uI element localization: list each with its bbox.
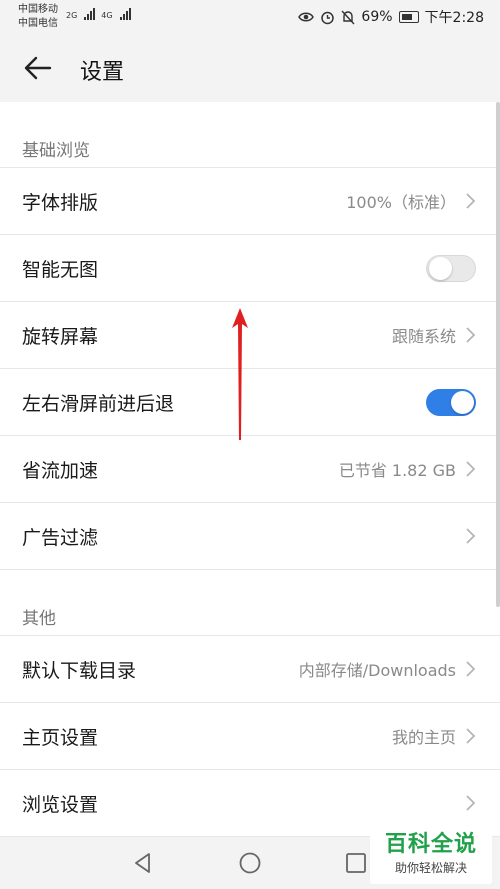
network-type-2: 4G: [101, 11, 113, 20]
chevron-right-icon: [466, 661, 476, 677]
setting-label: 智能无图: [22, 258, 99, 281]
arrow-left-icon[interactable]: [22, 52, 54, 84]
setting-right: [464, 527, 476, 545]
eye-icon: [298, 12, 315, 22]
carrier-info: 中国移动 中国电信: [18, 3, 58, 31]
toggle-switch-on[interactable]: [426, 388, 476, 416]
setting-right: 我的主页: [392, 724, 476, 748]
setting-value: 内部存储/Downloads: [298, 661, 456, 680]
setting-value: 我的主页: [391, 728, 456, 747]
mute-icon: [341, 10, 355, 24]
toggle-knob: [429, 256, 452, 280]
setting-ad-filter[interactable]: 广告过滤: [0, 503, 500, 570]
nav-recent-icon[interactable]: [345, 852, 367, 874]
toggle-switch-off[interactable]: [426, 254, 476, 282]
app-header: 设置: [0, 36, 500, 102]
chevron-right-icon: [466, 795, 476, 811]
chevron-right-icon: [466, 327, 476, 343]
chevron-right-icon: [466, 461, 476, 477]
carrier-2: 中国电信: [18, 18, 58, 29]
nav-home-icon[interactable]: [238, 851, 262, 875]
setting-label: 左右滑屏前进后退: [22, 392, 175, 415]
toggle-knob: [451, 390, 474, 414]
clock: 下午2:28: [424, 10, 484, 26]
setting-value: 跟随系统: [391, 327, 456, 346]
setting-right: 内部存储/Downloads: [299, 657, 476, 681]
setting-label: 主页设置: [22, 726, 99, 749]
signal-bars-icon: [84, 8, 96, 20]
setting-value: 已节省 1.82 GB: [338, 461, 456, 480]
setting-right: [426, 388, 476, 416]
alarm-icon: [321, 11, 335, 24]
settings-list: 基础浏览 字体排版 100%（标准） 智能无图 旋转屏幕 跟随系统 左右滑屏前进…: [0, 102, 500, 837]
setting-right: 跟随系统: [392, 323, 476, 347]
signal-indicators: 2G 4G: [66, 8, 131, 20]
signal-bars-icon: [119, 8, 131, 20]
setting-label: 默认下载目录: [22, 659, 137, 682]
status-bar: 中国移动 中国电信 2G 4G 69% 下午2:28: [0, 0, 500, 36]
setting-right: 已节省 1.82 GB: [339, 457, 476, 481]
setting-right: [464, 794, 476, 812]
watermark-tagline: 助你轻松解决: [394, 861, 467, 875]
status-right: 69% 下午2:28: [298, 7, 484, 27]
nav-back-icon[interactable]: [132, 852, 154, 874]
setting-download-dir[interactable]: 默认下载目录 内部存储/Downloads: [0, 636, 500, 703]
page-title: 设置: [80, 60, 125, 85]
setting-right: 100%（标准）: [346, 189, 476, 213]
setting-data-saver[interactable]: 省流加速 已节省 1.82 GB: [0, 436, 500, 503]
setting-browse[interactable]: 浏览设置: [0, 770, 500, 837]
scrollbar[interactable]: [496, 102, 500, 607]
setting-right: [426, 254, 476, 282]
battery-percent: 69%: [361, 9, 393, 25]
setting-label: 旋转屏幕: [22, 325, 99, 348]
battery-icon: [398, 11, 419, 23]
chevron-right-icon: [466, 728, 476, 744]
section-header-basic: 基础浏览: [0, 102, 500, 168]
chevron-right-icon: [466, 193, 476, 209]
setting-smart-no-image: 智能无图: [0, 235, 500, 302]
section-header-other: 其他: [0, 570, 500, 636]
setting-label: 省流加速: [22, 459, 99, 482]
setting-label: 广告过滤: [22, 526, 99, 549]
setting-value: 100%（标准）: [346, 193, 456, 212]
watermark-logo: 百科全说 助你轻松解决: [370, 828, 492, 884]
watermark-title: 百科全说: [384, 832, 477, 857]
setting-label: 字体排版: [22, 191, 99, 214]
network-type-1: 2G: [66, 11, 78, 20]
setting-homepage[interactable]: 主页设置 我的主页: [0, 703, 500, 770]
annotation-arrow-up-icon: [232, 308, 248, 440]
chevron-right-icon: [466, 528, 476, 544]
setting-label: 浏览设置: [22, 793, 99, 816]
carrier-1: 中国移动: [18, 4, 58, 15]
setting-font-layout[interactable]: 字体排版 100%（标准）: [0, 168, 500, 235]
